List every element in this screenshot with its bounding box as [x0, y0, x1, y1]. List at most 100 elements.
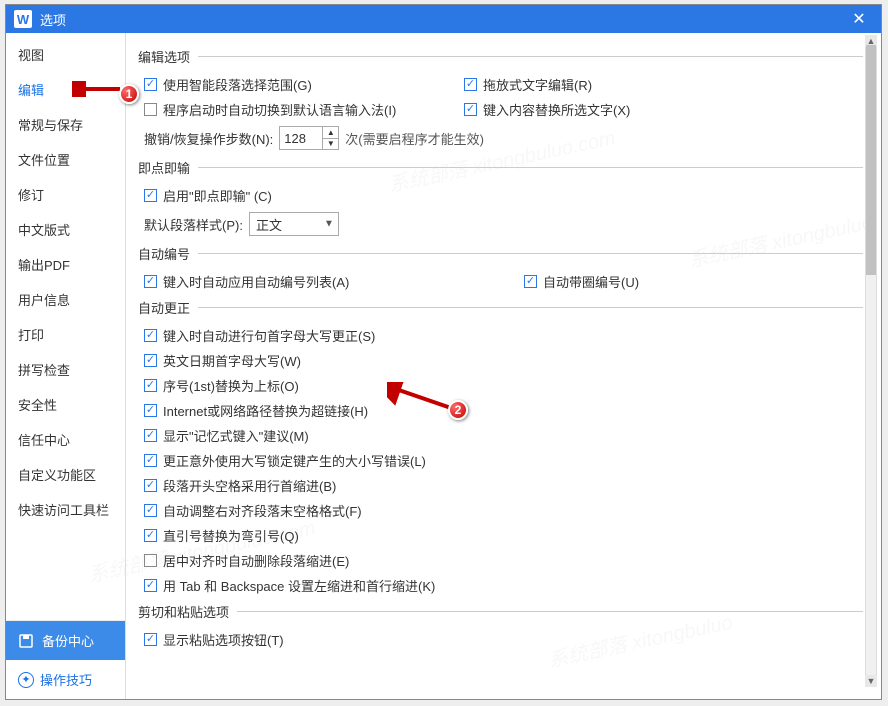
checkbox-label[interactable]: 自动调整右对齐段落末空格格式(F) [163, 501, 362, 520]
default-style-select[interactable]: 正文 ▼ [249, 212, 339, 236]
backup-center-label: 备份中心 [42, 631, 94, 650]
checkbox-label[interactable]: 自动带圈编号(U) [543, 272, 639, 291]
section-title: 即点即输 [138, 158, 190, 177]
checkbox-label[interactable]: 启用"即点即输" (C) [163, 186, 272, 205]
section-title: 自动编号 [138, 244, 190, 263]
checkbox-label[interactable]: 程序启动时自动切换到默认语言输入法(I) [163, 100, 396, 119]
section-header-auto-number: 自动编号 [138, 244, 863, 263]
sidebar: 视图 编辑 常规与保存 文件位置 修订 中文版式 输出PDF 用户信息 打印 拼… [6, 33, 126, 699]
sidebar-item-customize-ribbon[interactable]: 自定义功能区 [6, 457, 125, 492]
checkbox-auto-ime[interactable] [144, 103, 157, 116]
checkbox-label[interactable]: 居中对齐时自动删除段落缩进(E) [163, 551, 349, 570]
default-style-label: 默认段落样式(P): [144, 215, 243, 234]
content-panel: 编辑选项 使用智能段落选择范围(G) 程序启动时自动切换到默认语言输入法(I) … [126, 33, 881, 699]
checkbox-replace-selected[interactable] [464, 103, 477, 116]
divider [198, 167, 863, 168]
sidebar-item-output-pdf[interactable]: 输出PDF [6, 247, 125, 282]
checkbox-label[interactable]: 序号(1st)替换为上标(O) [163, 376, 299, 395]
checkbox-smart-paragraph[interactable] [144, 78, 157, 91]
sidebar-item-print[interactable]: 打印 [6, 317, 125, 352]
divider [198, 307, 863, 308]
sidebar-item-edit[interactable]: 编辑 [6, 72, 125, 107]
sidebar-item-chinese-layout[interactable]: 中文版式 [6, 212, 125, 247]
sidebar-item-user-info[interactable]: 用户信息 [6, 282, 125, 317]
sidebar-list: 视图 编辑 常规与保存 文件位置 修订 中文版式 输出PDF 用户信息 打印 拼… [6, 33, 125, 620]
checkbox-label[interactable]: Internet或网络路径替换为超链接(H) [163, 401, 368, 420]
app-icon: W [14, 10, 32, 28]
sidebar-item-file-location[interactable]: 文件位置 [6, 142, 125, 177]
checkbox-label[interactable]: 键入时自动应用自动编号列表(A) [163, 272, 349, 291]
close-button[interactable]: ✕ [845, 9, 873, 29]
checkbox-label[interactable]: 直引号替换为弯引号(Q) [163, 526, 299, 545]
checkbox-drag-drop-edit[interactable] [464, 78, 477, 91]
default-style-value: 正文 [256, 215, 282, 234]
undo-steps-input[interactable]: 128 ▲ ▼ [279, 126, 339, 150]
checkbox-adjust-right-align[interactable] [144, 504, 157, 517]
tips-label: 操作技巧 [40, 670, 92, 689]
dialog-body: 视图 编辑 常规与保存 文件位置 修订 中文版式 输出PDF 用户信息 打印 拼… [6, 33, 881, 699]
sidebar-item-spellcheck[interactable]: 拼写检查 [6, 352, 125, 387]
annotation-badge-1: 1 [119, 84, 139, 104]
sidebar-item-view[interactable]: 视图 [6, 37, 125, 72]
section-header-auto-correct: 自动更正 [138, 298, 863, 317]
sidebar-item-revision[interactable]: 修订 [6, 177, 125, 212]
section-title: 剪切和粘贴选项 [138, 602, 229, 621]
scrollbar-arrow-down[interactable]: ▼ [865, 675, 877, 687]
section-title: 编辑选项 [138, 47, 190, 66]
auto-correct-list: 键入时自动进行句首字母大写更正(S) 英文日期首字母大写(W) 序号(1st)替… [138, 323, 863, 598]
backup-center-button[interactable]: 备份中心 [6, 621, 125, 660]
checkbox-label[interactable]: 更正意外使用大写锁定键产生的大小写错误(L) [163, 451, 426, 470]
sidebar-item-trust-center[interactable]: 信任中心 [6, 422, 125, 457]
checkbox-show-paste-options[interactable] [144, 633, 157, 646]
chevron-down-icon: ▼ [324, 219, 334, 230]
sidebar-item-security[interactable]: 安全性 [6, 387, 125, 422]
checkbox-first-line-indent[interactable] [144, 479, 157, 492]
checkbox-circle-number[interactable] [524, 275, 537, 288]
checkbox-label[interactable]: 显示粘贴选项按钮(T) [163, 630, 284, 649]
tips-link[interactable]: ✦ 操作技巧 [6, 660, 125, 699]
checkbox-label[interactable]: 使用智能段落选择范围(G) [163, 75, 312, 94]
checkbox-tab-backspace-indent[interactable] [144, 579, 157, 592]
spinner-down[interactable]: ▼ [322, 139, 338, 150]
checkbox-date-cap[interactable] [144, 354, 157, 367]
backup-icon [18, 633, 34, 649]
scrollbar[interactable]: ▲ ▼ [865, 35, 877, 687]
annotation-badge-2: 2 [448, 400, 468, 420]
spinner-up[interactable]: ▲ [322, 127, 338, 139]
sidebar-bottom: 备份中心 ✦ 操作技巧 [6, 620, 125, 699]
divider [198, 253, 863, 254]
section-title: 自动更正 [138, 298, 190, 317]
sidebar-item-quick-access[interactable]: 快速访问工具栏 [6, 492, 125, 527]
section-header-cut-paste: 剪切和粘贴选项 [138, 602, 863, 621]
checkbox-label[interactable]: 键入内容替换所选文字(X) [483, 100, 630, 119]
checkbox-ordinal-superscript[interactable] [144, 379, 157, 392]
checkbox-label[interactable]: 拖放式文字编辑(R) [483, 75, 592, 94]
spinner: ▲ ▼ [322, 127, 338, 149]
checkbox-label[interactable]: 显示"记忆式键入"建议(M) [163, 426, 309, 445]
checkbox-label[interactable]: 段落开头空格采用行首缩进(B) [163, 476, 336, 495]
checkbox-sentence-cap[interactable] [144, 329, 157, 342]
checkbox-auto-number-list[interactable] [144, 275, 157, 288]
checkbox-internet-hyperlink[interactable] [144, 404, 157, 417]
sidebar-item-general-save[interactable]: 常规与保存 [6, 107, 125, 142]
checkbox-center-remove-indent[interactable] [144, 554, 157, 567]
window-title: 选项 [40, 10, 845, 29]
checkbox-capslock-correct[interactable] [144, 454, 157, 467]
checkbox-enable-click-type[interactable] [144, 189, 157, 202]
undo-steps-label: 撤销/恢复操作步数(N): [144, 129, 273, 148]
checkbox-smart-quotes[interactable] [144, 529, 157, 542]
divider [237, 611, 863, 612]
lightbulb-icon: ✦ [18, 672, 34, 688]
checkbox-label[interactable]: 键入时自动进行句首字母大写更正(S) [163, 326, 375, 345]
section-header-edit-options: 编辑选项 [138, 47, 863, 66]
undo-steps-row: 撤销/恢复操作步数(N): 128 ▲ ▼ 次(需要启程序才能生效) [138, 122, 863, 154]
checkbox-label[interactable]: 英文日期首字母大写(W) [163, 351, 301, 370]
titlebar: W 选项 ✕ [6, 5, 881, 33]
undo-steps-hint: 次(需要启程序才能生效) [345, 129, 484, 148]
checkbox-label[interactable]: 用 Tab 和 Backspace 设置左缩进和首行缩进(K) [163, 576, 435, 595]
edit-options-grid: 使用智能段落选择范围(G) 程序启动时自动切换到默认语言输入法(I) 拖放式文字… [138, 72, 863, 122]
divider [198, 56, 863, 57]
undo-steps-value: 128 [284, 131, 306, 146]
scrollbar-thumb[interactable] [866, 45, 876, 275]
checkbox-memory-suggestion[interactable] [144, 429, 157, 442]
